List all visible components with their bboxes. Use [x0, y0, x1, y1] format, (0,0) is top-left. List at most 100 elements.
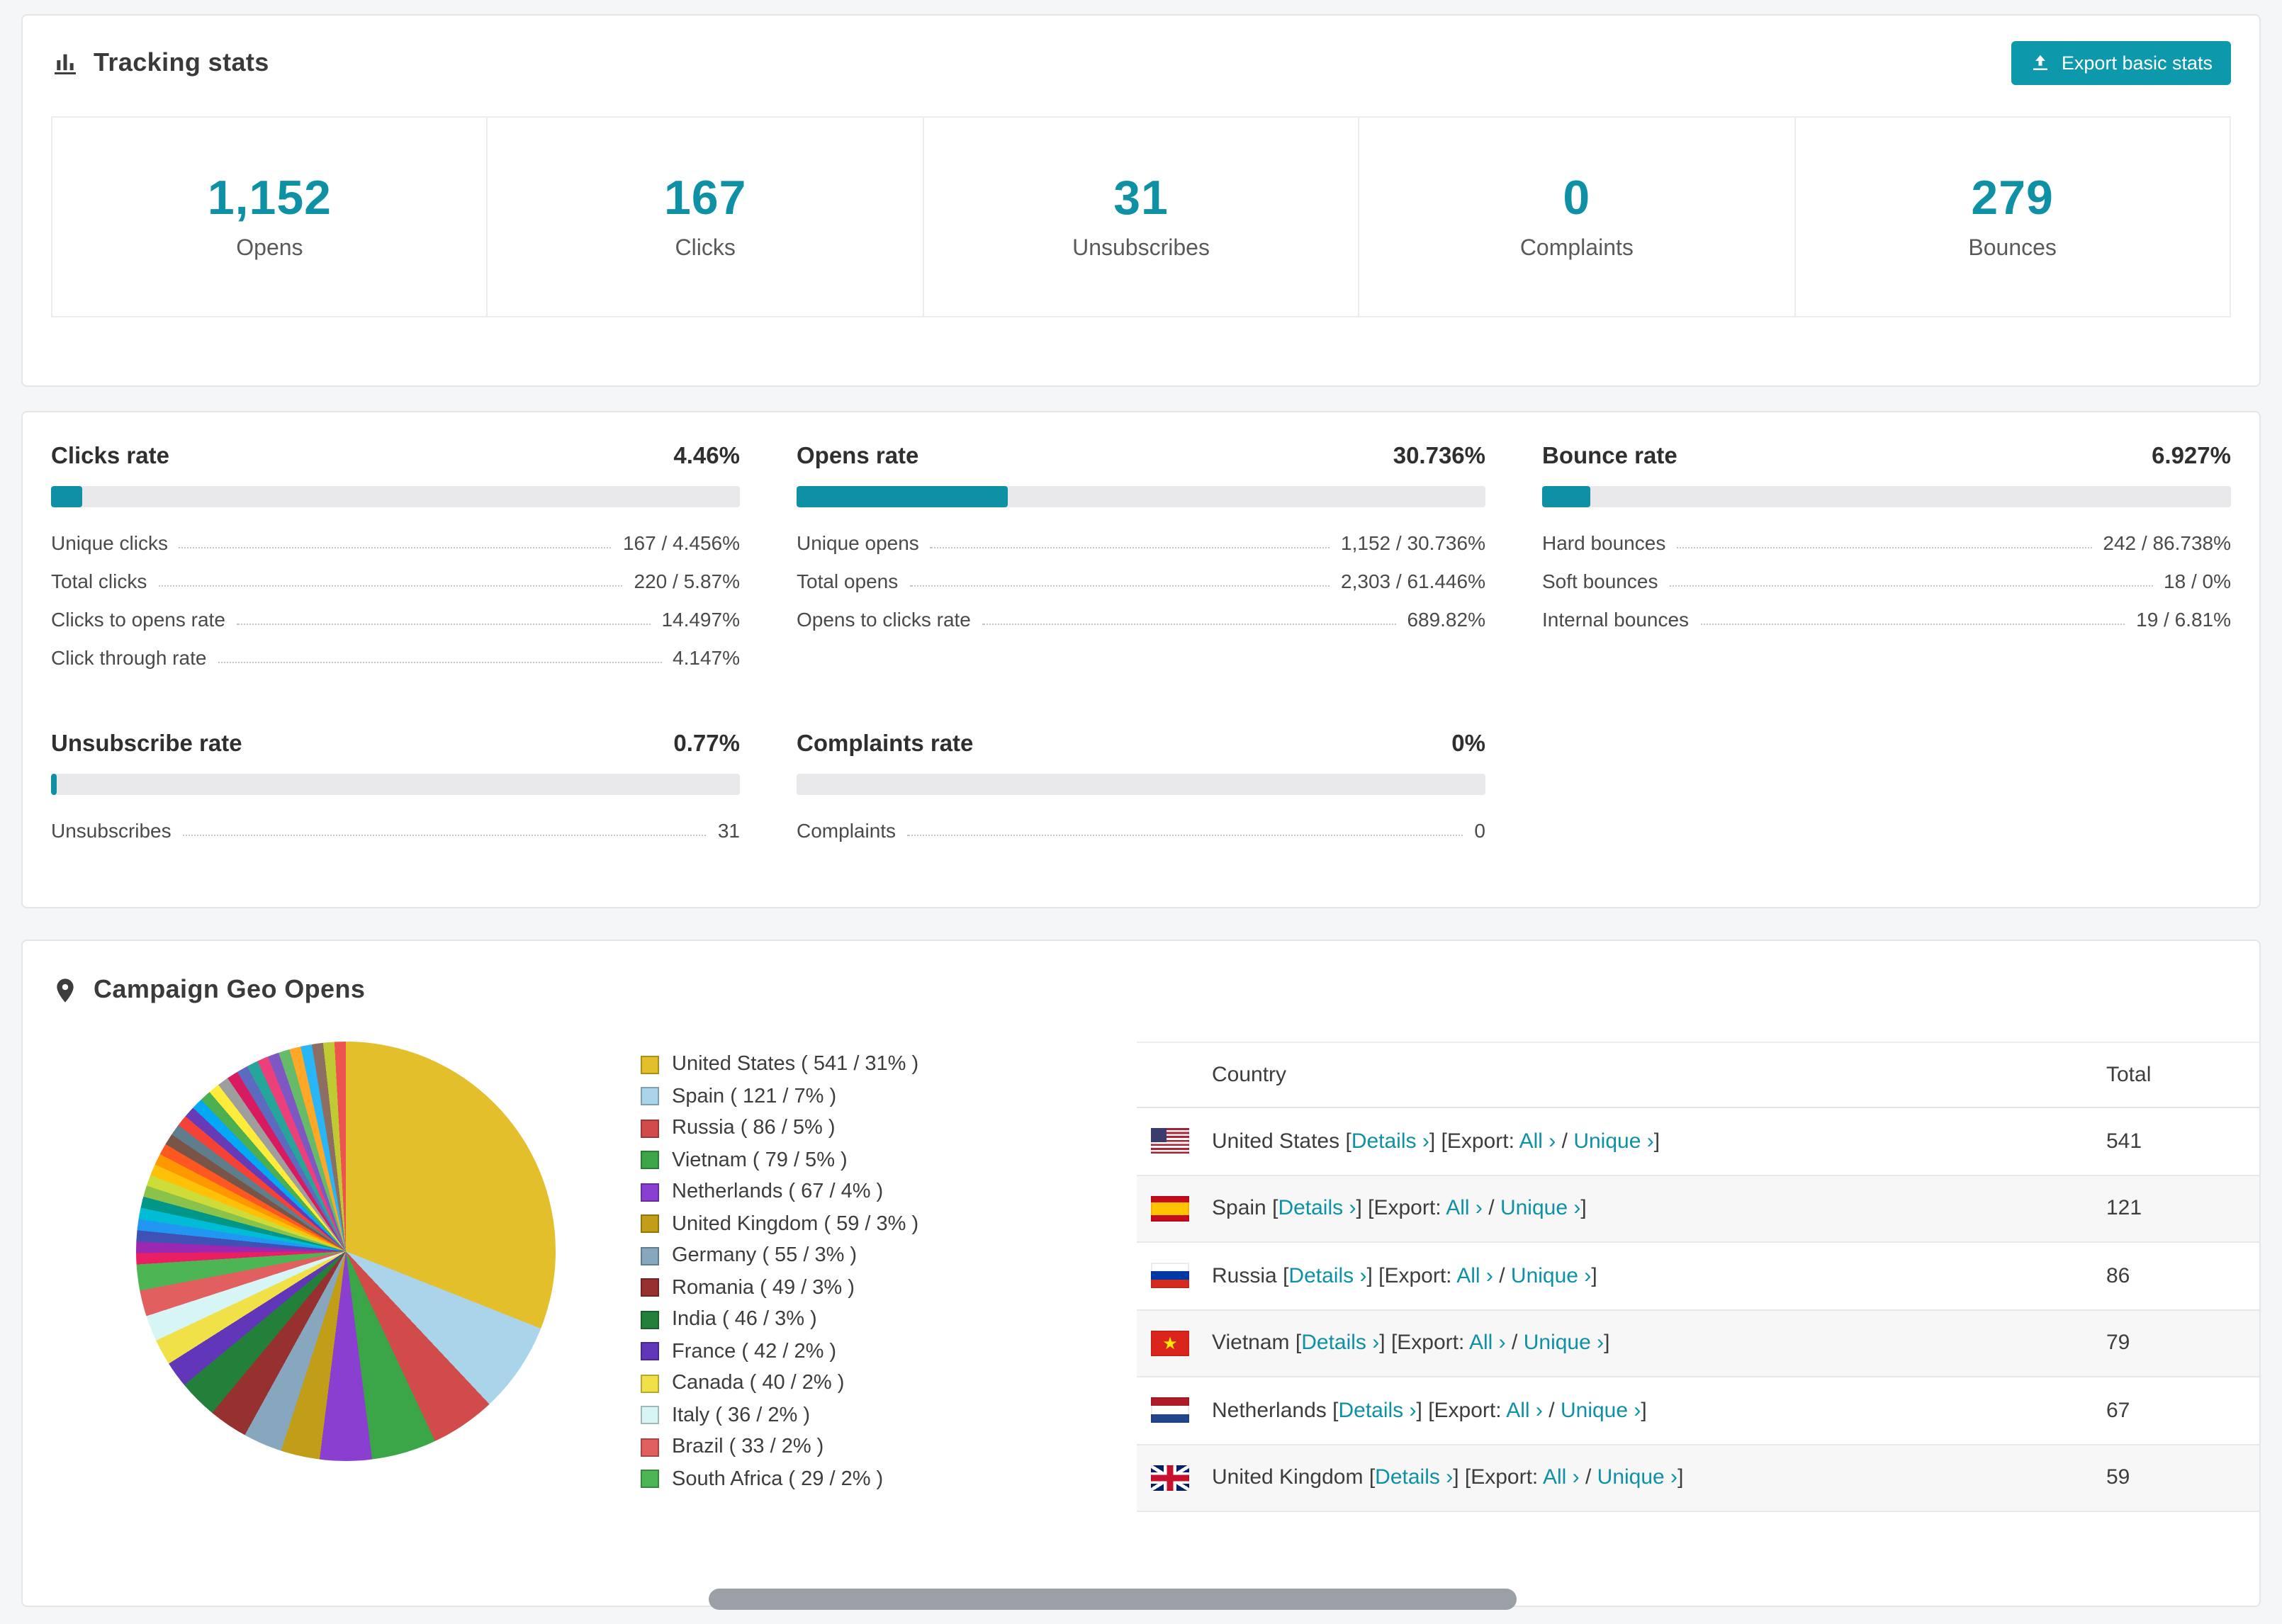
bounce-rate-progress-fill: [1542, 486, 1590, 507]
legend-swatch: [641, 1055, 659, 1073]
dotted-leader: [179, 547, 612, 548]
total-value: 541: [2106, 1129, 2142, 1154]
legend-label: Vietnam ( 79 / 5% ): [672, 1149, 848, 1171]
pie-legend: United States ( 541 / 31% ) Spain ( 121 …: [641, 1053, 1016, 1499]
legend-swatch: [641, 1214, 659, 1233]
export-unique-link[interactable]: Unique ›: [1573, 1129, 1653, 1154]
table-row: United Kingdom [Details ›] [Export: All …: [1137, 1445, 2259, 1512]
details-link[interactable]: Details ›: [1375, 1466, 1453, 1490]
details-link[interactable]: Details ›: [1288, 1264, 1366, 1288]
legend-item: Italy ( 36 / 2% ): [641, 1404, 1016, 1426]
stat-box-unsubscribes: 31 Unsubscribes: [922, 116, 1360, 317]
total-value: 121: [2106, 1196, 2142, 1221]
clicks-rate-value: 4.46%: [673, 444, 740, 469]
country-name: United Kingdom: [1212, 1465, 1364, 1490]
bounce-rate-progressbar: [1542, 486, 2231, 507]
total-value: 79: [2106, 1331, 2130, 1355]
country-cell: Russia [Details ›] [Export: All › / Uniq…: [1212, 1263, 1597, 1288]
total-value: 86: [2106, 1263, 2130, 1288]
stat-row-value: 689.82%: [1407, 608, 1485, 631]
country-cell: Netherlands [Details ›] [Export: All › /…: [1212, 1398, 1647, 1423]
legend-swatch: [641, 1470, 659, 1488]
dotted-leader: [158, 585, 623, 587]
rate-block-complaints: Complaints rate 0% Complaints 0: [797, 731, 1485, 850]
summary-stats-row: 1,152 Opens 167 Clicks 31 Unsubscribes 0…: [51, 116, 2232, 317]
export-all-link[interactable]: All ›: [1506, 1399, 1543, 1423]
stat-row: Soft bounces 18 / 0%: [1542, 563, 2231, 601]
details-link[interactable]: Details ›: [1278, 1197, 1356, 1221]
opens-rate-progress-fill: [797, 486, 1008, 507]
export-unique-link[interactable]: Unique ›: [1597, 1466, 1677, 1490]
details-link[interactable]: Details ›: [1338, 1399, 1416, 1423]
table-row: Germany [Details ›] [Export: All › / Uni…: [1137, 1512, 2259, 1521]
export-all-link[interactable]: All ›: [1519, 1129, 1556, 1154]
dotted-leader: [930, 547, 1330, 548]
stat-row-value: 167 / 4.456%: [622, 531, 740, 554]
export-unique-link[interactable]: Unique ›: [1524, 1331, 1604, 1355]
stat-row-value: 31: [717, 819, 740, 842]
geo-opens-pie-chart: [136, 1042, 556, 1461]
stat-row-value: 18 / 0%: [2164, 570, 2231, 592]
stat-row-value: 0: [1474, 819, 1485, 842]
country-cell: United Kingdom [Details ›] [Export: All …: [1212, 1465, 1684, 1490]
export-unique-link[interactable]: Unique ›: [1561, 1399, 1641, 1423]
stat-row: Internal bounces 19 / 6.81%: [1542, 601, 2231, 639]
country-flag-icon: [1151, 1465, 1189, 1491]
export-basic-stats-button[interactable]: Export basic stats: [2011, 41, 2231, 85]
stat-row-label: Click through rate: [51, 646, 207, 669]
geo-opens-table: Country Total United States [Details ›] …: [1137, 1042, 2259, 1521]
legend-label: United Kingdom ( 59 / 3% ): [672, 1212, 919, 1235]
legend-label: Canada ( 40 / 2% ): [672, 1372, 845, 1394]
stat-row-value: 14.497%: [661, 608, 740, 631]
legend-label: Germany ( 55 / 3% ): [672, 1244, 858, 1267]
legend-label: France ( 42 / 2% ): [672, 1340, 837, 1363]
stat-row-value: 19 / 6.81%: [2136, 608, 2231, 631]
tracking-stats-page: Tracking stats Export basic stats 1,152 …: [0, 0, 2282, 1624]
export-all-link[interactable]: All ›: [1456, 1264, 1493, 1288]
country-name: Netherlands: [1212, 1398, 1327, 1423]
complaints-rate-progressbar: [797, 774, 1485, 795]
rates-card: Clicks rate 4.46% Unique clicks 167 / 4.4…: [21, 411, 2261, 908]
stat-row-value: 4.147%: [673, 646, 740, 669]
country-cell: Spain [Details ›] [Export: All › / Uniqu…: [1212, 1196, 1587, 1221]
stat-row-value: 1,152 / 30.736%: [1341, 531, 1485, 554]
bounces-label: Bounces: [1968, 237, 2057, 261]
stat-box-complaints: 0 Complaints: [1358, 116, 1796, 317]
legend-label: Brazil ( 33 / 2% ): [672, 1436, 824, 1458]
legend-item: United Kingdom ( 59 / 3% ): [641, 1212, 1016, 1235]
legend-swatch: [641, 1087, 659, 1105]
clicks-rate-title: Clicks rate: [51, 444, 169, 469]
country-column-header: Country: [1212, 1063, 1287, 1087]
export-all-link[interactable]: All ›: [1543, 1466, 1580, 1490]
complaints-rate-value: 0%: [1451, 731, 1485, 757]
opens-rate-value: 30.736%: [1393, 444, 1485, 469]
export-unique-link[interactable]: Unique ›: [1500, 1197, 1580, 1221]
legend-label: United States ( 541 / 31% ): [672, 1053, 919, 1076]
total-value: 59: [2106, 1465, 2130, 1490]
legend-item: India ( 46 / 3% ): [641, 1308, 1016, 1331]
horizontal-scrollbar-thumb[interactable]: [709, 1589, 1517, 1610]
opens-rate-title: Opens rate: [797, 444, 919, 469]
details-link[interactable]: Details ›: [1301, 1331, 1379, 1355]
bounce-rate-value: 6.927%: [2152, 444, 2231, 469]
dotted-leader: [236, 624, 651, 625]
clicks-label: Clicks: [675, 237, 736, 261]
country-flag-icon: [1151, 1263, 1189, 1289]
export-unique-link[interactable]: Unique ›: [1511, 1264, 1591, 1288]
country-flag-icon: [1151, 1397, 1189, 1423]
bounce-rate-title: Bounce rate: [1542, 444, 1677, 469]
opens-count: 1,152: [207, 171, 332, 225]
rate-block-clicks: Clicks rate 4.46% Unique clicks 167 / 4.4…: [51, 444, 740, 677]
table-row: Spain [Details ›] [Export: All › / Uniqu…: [1137, 1175, 2259, 1243]
unsubscribe-rate-progressbar: [51, 774, 740, 795]
export-all-link[interactable]: All ›: [1469, 1331, 1506, 1355]
legend-label: India ( 46 / 3% ): [672, 1308, 817, 1331]
legend-label: Italy ( 36 / 2% ): [672, 1404, 811, 1426]
legend-swatch: [641, 1246, 659, 1265]
details-link[interactable]: Details ›: [1351, 1129, 1429, 1154]
stat-row-value: 242 / 86.738%: [2103, 531, 2231, 554]
legend-item: Russia ( 86 / 5% ): [641, 1117, 1016, 1139]
stat-row: Click through rate 4.147%: [51, 639, 740, 677]
stat-box-bounces: 279 Bounces: [1794, 116, 2232, 317]
export-all-link[interactable]: All ›: [1446, 1197, 1483, 1221]
